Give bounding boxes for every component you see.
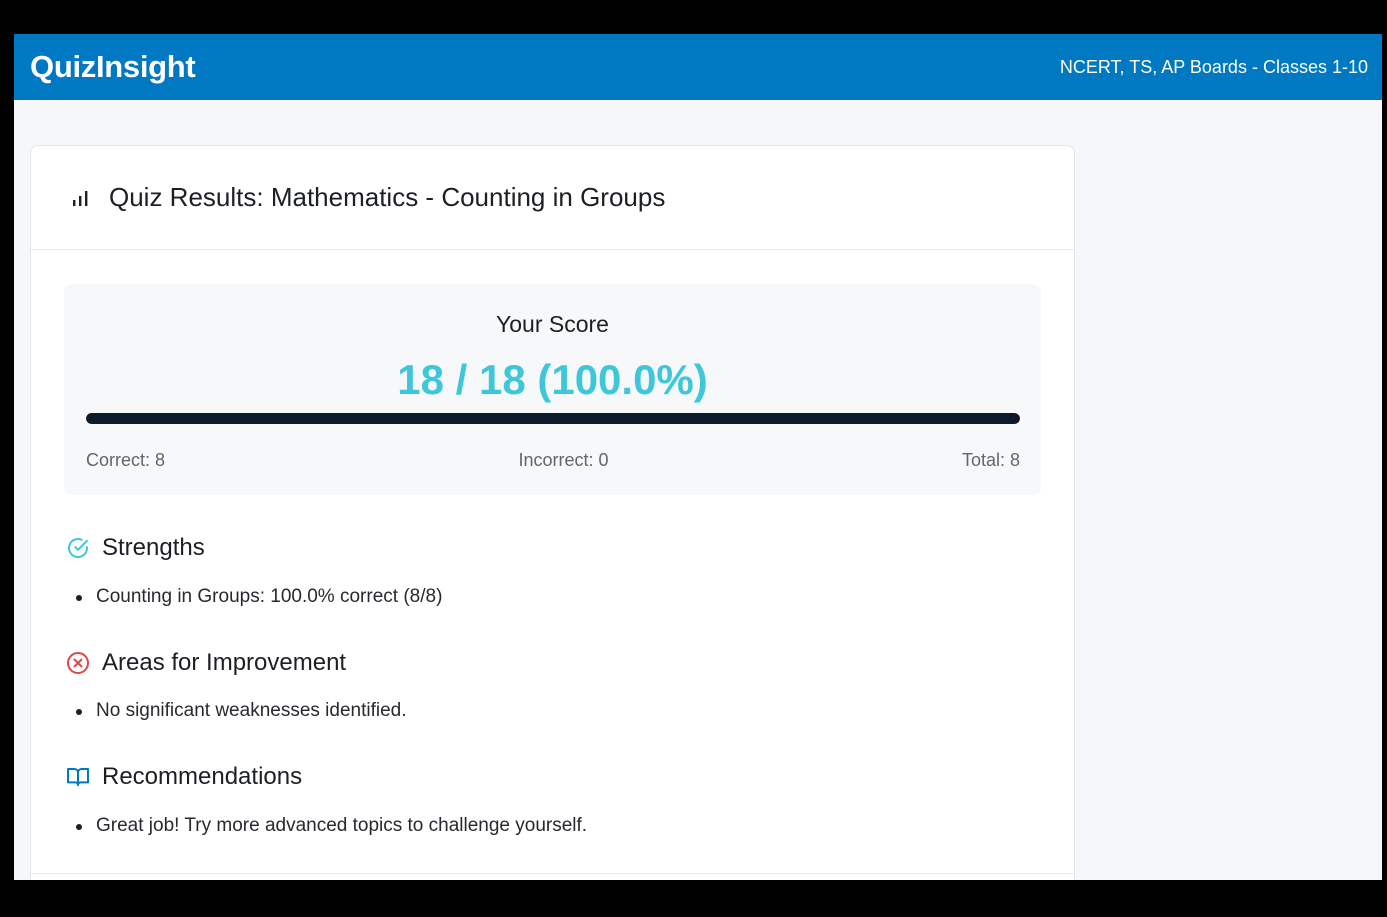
strengths-list: Counting in Groups: 100.0% correct (8/8) [64,584,1041,610]
card-footer-divider [31,873,1074,874]
recommendations-list: Great job! Try more advanced topics to c… [64,813,1041,839]
brand-logo[interactable]: QuizInsight [30,49,196,85]
strengths-section: Strengths Counting in Groups: 100.0% cor… [64,533,1041,610]
improvement-title: Areas for Improvement [102,649,347,676]
correct-count: Correct: 8 [86,450,166,470]
score-label: Your Score [496,311,609,337]
app-viewport: QuizInsight NCERT, TS, AP Boards - Class… [14,34,1382,880]
score-stats: Correct: 8 Incorrect: 0 Total: 8 [86,450,1020,471]
results-card-header: Quiz Results: Mathematics - Counting in … [31,146,1074,250]
results-title: Quiz Results: Mathematics - Counting in … [109,182,666,212]
strengths-header: Strengths [64,533,1041,563]
improvement-header: Areas for Improvement [64,648,1041,678]
improvement-item: No significant weaknesses identified. [64,698,1041,724]
boards-label: NCERT, TS, AP Boards - Classes 1-10 [1059,56,1368,77]
results-card: Quiz Results: Mathematics - Counting in … [30,145,1075,880]
improvement-section: Areas for Improvement No significant wea… [64,648,1041,724]
strengths-title: Strengths [102,534,205,561]
total-count: Total: 8 [961,450,1020,470]
score-progress-fill [86,413,1020,424]
check-circle-icon [64,534,92,562]
score-panel: Your Score 18 / 18 (100.0%) Correct: 8 I… [64,284,1041,495]
top-navbar: QuizInsight NCERT, TS, AP Boards - Class… [14,34,1382,100]
score-progress-bar [86,413,1020,424]
recommendations-title: Recommendations [102,763,303,790]
bar-chart-icon [67,184,95,212]
x-circle-icon [64,649,92,677]
incorrect-count: Incorrect: 0 [518,450,609,470]
book-icon [64,763,92,791]
recommendations-header: Recommendations [64,762,1041,792]
strength-item: Counting in Groups: 100.0% correct (8/8) [64,584,1041,610]
score-value: 18 / 18 (100.0%) [397,356,708,403]
recommendations-section: Recommendations Great job! Try more adva… [64,762,1041,839]
improvement-list: No significant weaknesses identified. [64,698,1041,724]
recommendation-item: Great job! Try more advanced topics to c… [64,813,1041,839]
